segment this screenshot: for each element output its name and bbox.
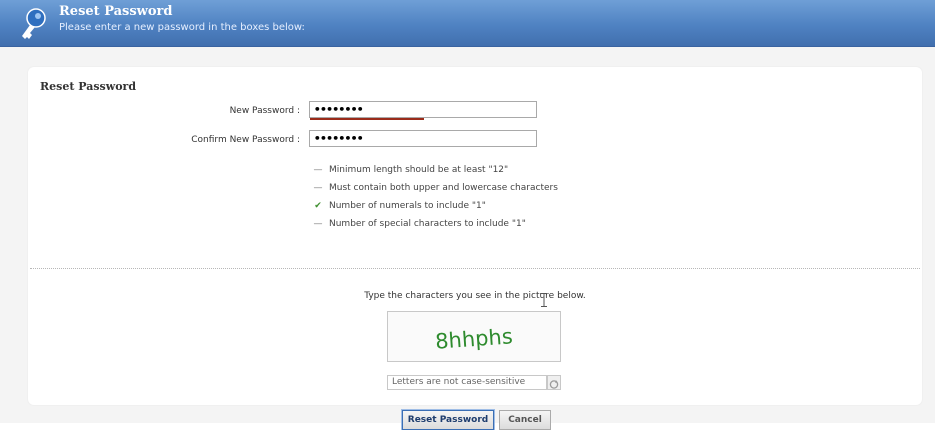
header-subtitle: Please enter a new password in the boxes… — [59, 22, 305, 33]
rule-item: ✔ Number of numerals to include "1" — [311, 198, 558, 214]
captcha-image: 8hhphs — [387, 311, 561, 362]
rule-item: — Must contain both upper and lowercase c… — [311, 180, 558, 196]
captcha-text: 8hhphs — [434, 324, 513, 353]
new-password-field[interactable]: •••••••• — [309, 101, 537, 118]
captcha-prompt: Type the characters you see in the pictu… — [364, 291, 586, 301]
page-header: Reset Password Please enter a new passwo… — [0, 0, 935, 47]
key-icon — [22, 8, 46, 39]
section-divider — [30, 268, 920, 269]
confirm-password-label: Confirm New Password : — [191, 135, 300, 145]
rule-item: — Number of special characters to include… — [311, 216, 558, 232]
section-title: Reset Password — [40, 80, 137, 93]
dash-icon: — — [313, 183, 323, 193]
dash-icon: — — [313, 165, 323, 175]
cancel-button[interactable]: Cancel — [499, 410, 551, 430]
captcha-refresh-button[interactable] — [547, 375, 561, 390]
rule-text: Number of numerals to include "1" — [329, 201, 486, 211]
checkmark-icon: ✔ — [314, 201, 322, 211]
refresh-icon — [549, 380, 559, 389]
reset-password-button[interactable]: Reset Password — [402, 410, 494, 430]
captcha-graphic: 8hhphs — [434, 324, 513, 353]
password-strength-bar — [310, 118, 424, 120]
confirm-password-field[interactable]: •••••••• — [309, 130, 537, 147]
rule-item: — Minimum length should be at least "12" — [311, 162, 558, 178]
new-password-label: New Password : — [229, 106, 300, 116]
captcha-input[interactable]: Letters are not case-sensitive — [387, 375, 547, 390]
rule-text: Minimum length should be at least "12" — [329, 165, 509, 175]
rule-text: Must contain both upper and lowercase ch… — [329, 183, 558, 193]
rule-text: Number of special characters to include … — [329, 219, 526, 229]
reset-password-panel: Reset Password New Password : •••••••• C… — [28, 67, 922, 430]
dash-icon: — — [313, 219, 323, 229]
password-rules-list: — Minimum length should be at least "12" … — [311, 162, 558, 234]
header-title: Reset Password — [59, 4, 173, 19]
text-cursor-icon — [541, 293, 547, 307]
